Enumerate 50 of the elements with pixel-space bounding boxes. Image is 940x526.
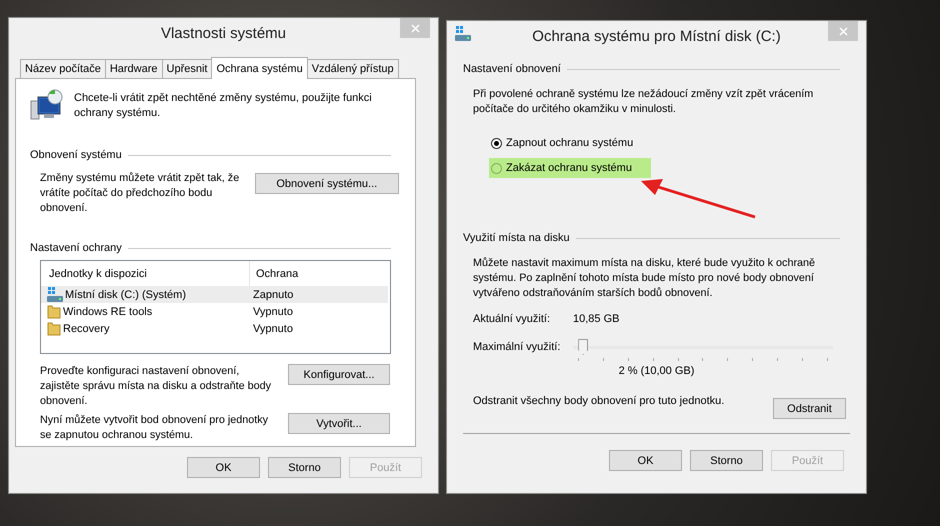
protection-status: Zapnuto [252,288,294,300]
system-restore-button[interactable]: Obnovení systému... [254,173,399,194]
close-button[interactable] [828,21,858,41]
window-title: Ochrana systému pro Místní disk (C:) [532,28,781,44]
current-usage-value: 10,85 GB [573,313,620,325]
folder-icon [47,321,61,336]
drive-row[interactable]: Recovery Vypnuto [41,320,388,337]
configure-button[interactable]: Konfigurovat... [288,364,390,385]
tab[interactable]: Ochrana systému [211,57,308,79]
restore-description: Změny systému můžete vrátit zpět tak, že vrátíte počítač do předchozího bodu obnovení. [40,171,240,216]
drive-name: Recovery [63,322,110,334]
drive-name: Místní disk (C:) (Systém) [65,288,186,300]
radio-option[interactable]: Zakázat ochranu systému [489,158,651,178]
current-usage-label: Aktuální využití: [473,313,552,325]
disk-usage-description: Můžete nastavit maximum místa na disku, které bude využito k ochraně systému. Po zaplnění tohoto místa bude místo pro nové body obnovení vytvářeno odstraňováním starších bodů obnovení. [473,256,816,301]
dialog-button[interactable]: Storno [268,457,341,478]
close-icon [410,24,420,32]
close-icon [838,26,848,36]
protection-status: Vypnuto [252,306,293,318]
intro-text: Chcete-li vrátit zpět nechtěné změny systému, použijte funkci ochrany systému. [74,91,373,121]
max-usage-label: Maximální využití: [473,341,562,353]
dialog-button[interactable]: Storno [690,450,763,471]
dialog-button[interactable]: OK [187,457,260,478]
drive-row[interactable]: Místní disk (C:) (Systém) Zapnuto [41,286,388,303]
usage-reading: 2 % (10,00 GB) [618,365,694,377]
create-description: Nyní můžete vytvořit bod obnovení pro jednotky se zapnutou ochranou systému. [40,413,270,443]
tab[interactable]: Vzdálený přístup [306,59,399,78]
delete-description: Odstranit všechny body obnovení pro tuto jednotku. [473,395,724,407]
section-heading: Nastavení ochrany [30,242,122,254]
drive-icon [455,26,471,41]
tab[interactable]: Název počítače [20,59,106,78]
close-button[interactable] [400,18,430,38]
section-heading: Nastavení obnovení [463,63,561,75]
window-title: Vlastnosti systému [160,24,286,42]
drive-icon [47,287,63,302]
section-heading: Obnovení systému [30,149,122,161]
create-button[interactable]: Vytvořit... [288,413,390,434]
radio-option[interactable]: Zapnout ochranu systému [489,133,651,153]
protection-status: Vypnuto [252,322,293,334]
section-heading: Využití místa na disku [463,232,570,244]
slider-thumb[interactable] [578,339,588,355]
drive-name: Windows RE tools [63,306,152,318]
configure-description: Proveďte konfiguraci nastavení obnovení, zajistěte správu místa na disku a odstraňte body obnovení. [40,364,272,409]
column-header[interactable]: Jednotky k dispozici [41,268,249,280]
dialog-button[interactable]: OK [609,450,682,471]
computer-icon [30,89,64,121]
folder-icon [47,304,61,319]
restore-settings-description: Při povolené ochraně systému lze nežádoucí změny vzít zpět vrácením počítače do určitého okamžiku v minulosti. [473,87,814,117]
drive-row[interactable]: Windows RE tools Vypnuto [41,303,388,320]
delete-button[interactable]: Odstranit [773,398,846,419]
